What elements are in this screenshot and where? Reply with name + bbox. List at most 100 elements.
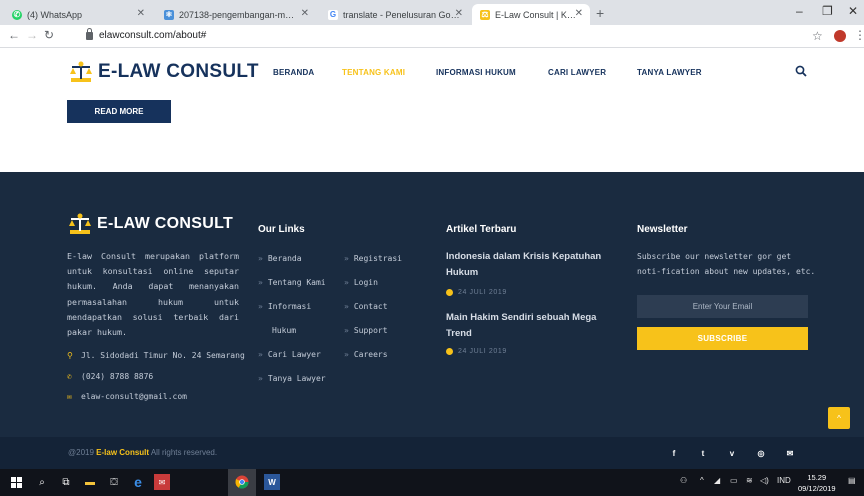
footer-link-beranda[interactable]: » Beranda: [258, 254, 302, 263]
copyright-text: @2019 E-law Consult All rights reserved.: [68, 448, 218, 457]
footer-link-registrasi[interactable]: » Registrasi: [344, 254, 402, 263]
footer-about-text: E-law Consult merupakan platform untuk k…: [67, 251, 239, 338]
nav-beranda[interactable]: BERANDA: [273, 68, 314, 77]
article-date-2: 24 JULI 2019: [446, 348, 507, 355]
people-icon[interactable]: ⚇: [680, 476, 687, 485]
facebook-icon[interactable]: f: [668, 447, 680, 459]
newsletter-title: Newsletter: [637, 224, 688, 235]
minimize-button[interactable]: –: [796, 4, 803, 18]
search-icon[interactable]: [795, 65, 807, 77]
logo-text: E-LAW CONSULT: [98, 61, 259, 82]
twitter-icon[interactable]: t: [697, 447, 709, 459]
url-field[interactable]: elawconsult.com/about#: [86, 27, 207, 41]
clock-icon: [446, 289, 453, 296]
clock-date: 09/12/2019: [798, 484, 836, 493]
footer-link-careers[interactable]: » Careers: [344, 350, 388, 359]
scales-icon: [70, 61, 92, 82]
windows-start-icon[interactable]: [8, 474, 24, 490]
profile-avatar[interactable]: [834, 30, 846, 42]
read-more-button[interactable]: READ MORE: [67, 100, 171, 123]
chevron-right-icon: »: [344, 302, 349, 311]
lock-icon: [86, 27, 93, 40]
phone-text: (024) 8788 8876: [81, 372, 154, 381]
article-title-1[interactable]: Indonesia dalam Krisis Kepatuhan Hukum: [446, 249, 621, 281]
site-header: E-LAW CONSULT BERANDA TENTANG KAMI INFOR…: [0, 48, 864, 100]
network-icon[interactable]: ◢: [714, 476, 720, 485]
nav-tentang-kami[interactable]: TENTANG KAMI: [342, 68, 405, 77]
edge-icon[interactable]: e: [130, 474, 146, 490]
system-clock[interactable]: 15.29 09/12/2019: [798, 472, 836, 494]
address-text: Jl. Sidodadi Timur No. 24 Semarang: [81, 351, 245, 360]
chevron-right-icon: »: [258, 374, 263, 383]
newsletter-email-input[interactable]: [637, 295, 808, 318]
close-icon[interactable]: ✕: [455, 8, 463, 19]
chevron-up-icon[interactable]: ^: [700, 476, 704, 485]
footer-email: ✉ elaw-consult@gmail.com: [67, 392, 187, 401]
volume-icon[interactable]: ◁): [760, 476, 769, 485]
wifi-icon[interactable]: ≋: [746, 476, 753, 485]
footer-link-hukum[interactable]: Hukum: [272, 326, 296, 335]
tab-whatsapp[interactable]: ✆ (4) WhatsApp ✕: [4, 4, 152, 25]
footer-logo[interactable]: E-LAW CONSULT: [67, 212, 233, 236]
nav-tanya-lawyer[interactable]: TANYA LAWYER: [637, 68, 702, 77]
artikel-terbaru-title: Artikel Terbaru: [446, 224, 517, 235]
chrome-icon[interactable]: [234, 474, 250, 490]
footer-link-contact[interactable]: » Contact: [344, 302, 388, 311]
copyright-brand[interactable]: E-law Consult: [96, 448, 149, 457]
footer-link-tanya-lawyer[interactable]: » Tanya Lawyer: [258, 374, 326, 383]
instagram-icon[interactable]: ◎: [755, 447, 767, 459]
footer-link-login[interactable]: » Login: [344, 278, 378, 287]
nav-cari-lawyer[interactable]: CARI LAWYER: [548, 68, 606, 77]
forward-arrow-icon[interactable]: →: [26, 28, 38, 42]
newsletter-description: Subscribe our newsletter gor get noti-fi…: [637, 252, 816, 276]
tab-label: translate - Penelusuran Google: [343, 9, 462, 20]
scales-icon: ⚖: [480, 9, 490, 20]
chevron-right-icon: »: [258, 254, 263, 263]
tab-google[interactable]: G translate - Penelusuran Google ✕: [320, 4, 470, 25]
file-explorer-icon[interactable]: ▬: [82, 474, 98, 490]
chevron-right-icon: »: [258, 350, 263, 359]
scales-icon: [69, 213, 91, 234]
notifications-icon[interactable]: ▤: [848, 476, 856, 485]
tab-pengembangan[interactable]: ⚛ 207138-pengembangan-multime ✕: [156, 4, 316, 25]
email-text[interactable]: elaw-consult@gmail.com: [81, 392, 187, 401]
url-text: elawconsult.com/about#: [99, 30, 207, 41]
task-view-icon[interactable]: ⧉: [58, 474, 74, 490]
menu-kebab-icon[interactable]: ⋮: [854, 28, 864, 42]
back-arrow-icon[interactable]: ←: [8, 28, 20, 42]
footer-link-informasi[interactable]: » Informasi: [258, 302, 311, 311]
tab-label: E-Law Consult | Konsultasi Hukum: [495, 9, 579, 20]
vimeo-icon[interactable]: v: [726, 447, 738, 459]
search-icon[interactable]: ⌕: [34, 474, 50, 490]
article-date-1: 24 JULI 2019: [446, 289, 507, 296]
close-icon[interactable]: ✕: [575, 8, 583, 19]
bookmark-star-icon[interactable]: ☆: [812, 29, 823, 43]
chevron-right-icon: »: [258, 302, 263, 311]
footer-phone: ✆ (024) 8788 8876: [67, 372, 153, 381]
chevron-right-icon: »: [258, 278, 263, 287]
footer-link-tentang-kami[interactable]: » Tentang Kami: [258, 278, 326, 287]
store-icon[interactable]: ⛋: [106, 474, 122, 490]
scroll-to-top-button[interactable]: ^: [828, 407, 850, 429]
new-tab-button[interactable]: +: [596, 5, 604, 21]
footer-bottom-bar: @2019 E-law Consult All rights reserved.…: [0, 437, 864, 469]
footer-link-support[interactable]: » Support: [344, 326, 388, 335]
site-logo[interactable]: E-LAW CONSULT: [68, 60, 259, 84]
reload-icon[interactable]: ↻: [44, 28, 54, 42]
chevron-right-icon: »: [344, 350, 349, 359]
maximize-button[interactable]: ❐: [822, 4, 833, 18]
nav-informasi-hukum[interactable]: INFORMASI HUKUM: [436, 68, 516, 77]
article-title-2[interactable]: Main Hakim Sendiri sebuah Mega Trend: [446, 310, 621, 342]
battery-icon[interactable]: ▭: [730, 476, 738, 485]
skype-icon[interactable]: ✉: [784, 447, 796, 459]
footer-address: ⚲ Jl. Sidodadi Timur No. 24 Semarang: [67, 351, 245, 360]
subscribe-button[interactable]: SUBSCRIBE: [637, 327, 808, 350]
mail-icon[interactable]: ✉: [154, 474, 170, 490]
close-icon[interactable]: ✕: [137, 8, 145, 19]
footer-link-cari-lawyer[interactable]: » Cari Lawyer: [258, 350, 321, 359]
language-indicator[interactable]: IND: [777, 476, 791, 485]
tab-elaw[interactable]: ⚖ E-Law Consult | Konsultasi Hukum ✕: [472, 4, 590, 25]
word-icon[interactable]: W: [264, 474, 280, 490]
close-window-button[interactable]: ✕: [848, 4, 858, 18]
close-icon[interactable]: ✕: [301, 8, 309, 19]
